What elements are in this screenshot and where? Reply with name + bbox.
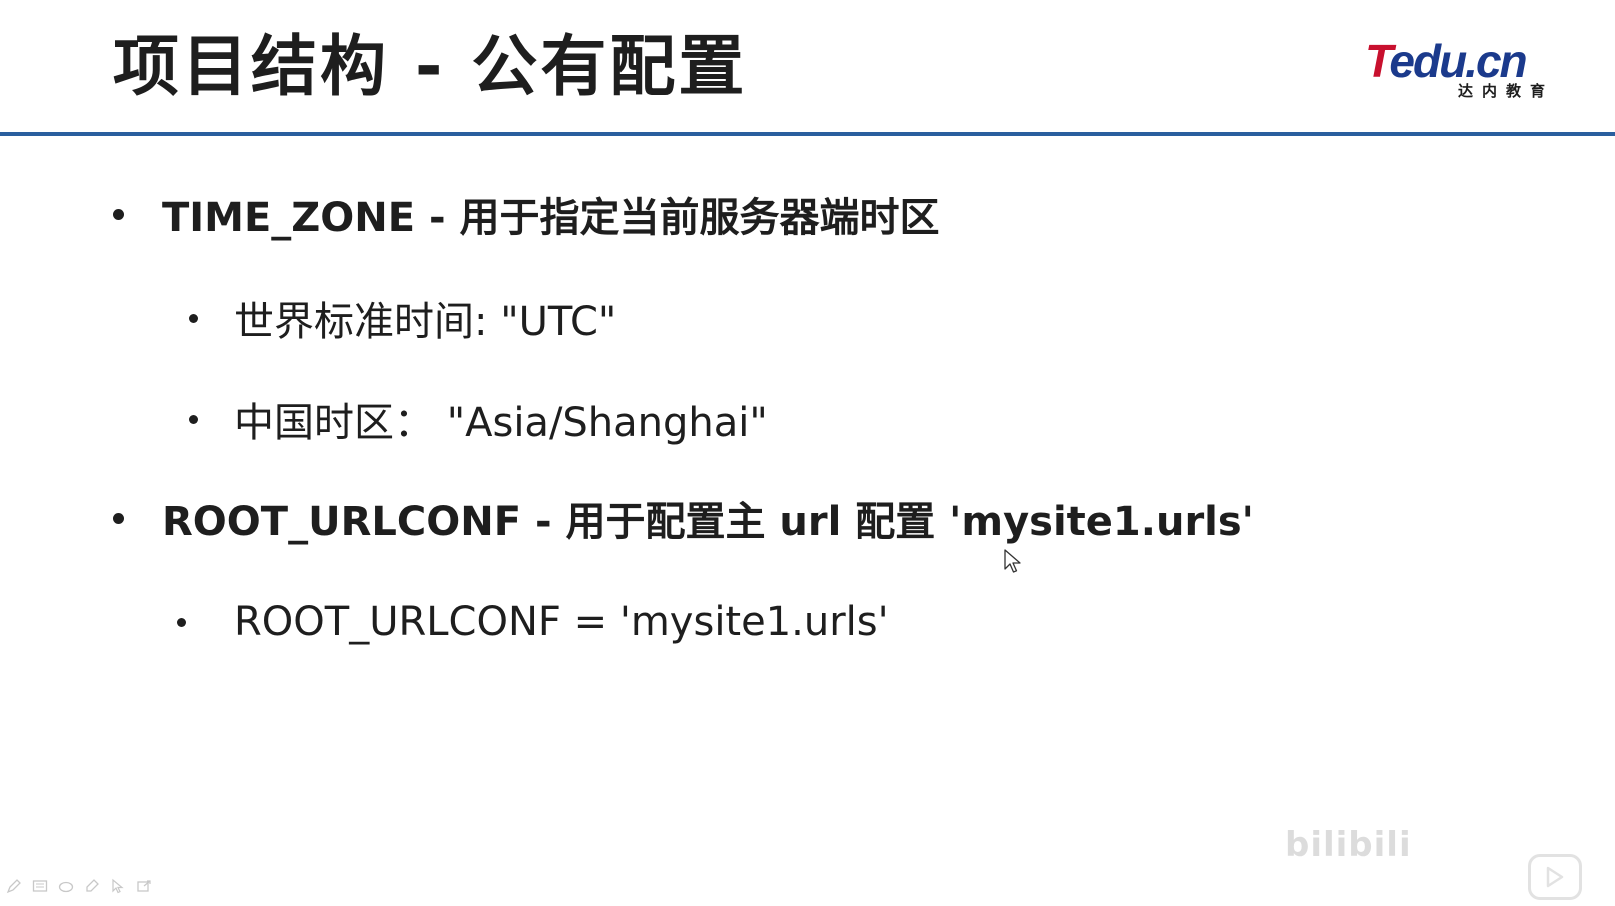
highlighter-icon[interactable] (84, 878, 100, 894)
logo-wordmark: Tedu.cn (1365, 35, 1528, 87)
eraser-icon[interactable] (58, 878, 74, 894)
play-icon (1546, 866, 1564, 888)
pointer-icon[interactable] (110, 878, 126, 894)
annotation-toolbar (6, 878, 152, 894)
play-button[interactable] (1528, 854, 1582, 900)
bullet-root-urlconf: ROOT_URLCONF - 用于配置主 url 配置 'mysite1.url… (113, 490, 1254, 546)
slide: 项目结构 - 公有配置 Tedu.cn 达内教育 TIME_ZONE - 用于指… (0, 0, 1615, 906)
bullet-root-urlconf-example: ROOT_URLCONF = 'mysite1.urls' (177, 594, 889, 650)
bullet-dot (177, 617, 186, 627)
bullet-dot (113, 208, 124, 220)
bullet-text: TIME_ZONE - 用于指定当前服务器端时区 (162, 195, 940, 241)
bullet-dot (189, 414, 198, 424)
mouse-cursor-icon (1004, 549, 1021, 573)
bilibili-watermark: bilibili (1285, 825, 1412, 865)
slide-title: 项目结构 - 公有配置 (113, 28, 748, 105)
logo-letter-t: T (1365, 35, 1391, 87)
title-divider (0, 132, 1615, 136)
bullet-text: ROOT_URLCONF - 用于配置主 url 配置 'mysite1.url… (162, 499, 1254, 545)
bullet-dot (113, 512, 124, 524)
bullet-time-zone: TIME_ZONE - 用于指定当前服务器端时区 (113, 186, 940, 242)
logo-subtitle: 达内教育 (1457, 82, 1554, 100)
bullet-text: ROOT_URLCONF = 'mysite1.urls' (234, 599, 889, 645)
screen-icon[interactable] (32, 878, 48, 894)
tedu-logo: Tedu.cn 达内教育 (1365, 36, 1560, 106)
bullet-shanghai: 中国时区： "Asia/Shanghai" (189, 391, 768, 447)
pen-icon[interactable] (6, 878, 22, 894)
share-icon[interactable] (136, 878, 152, 894)
bullet-text: 世界标准时间: "UTC" (234, 299, 617, 345)
bullet-utc: 世界标准时间: "UTC" (189, 290, 616, 346)
bullet-text: 中国时区： "Asia/Shanghai" (234, 400, 768, 446)
bullet-dot (189, 313, 198, 323)
